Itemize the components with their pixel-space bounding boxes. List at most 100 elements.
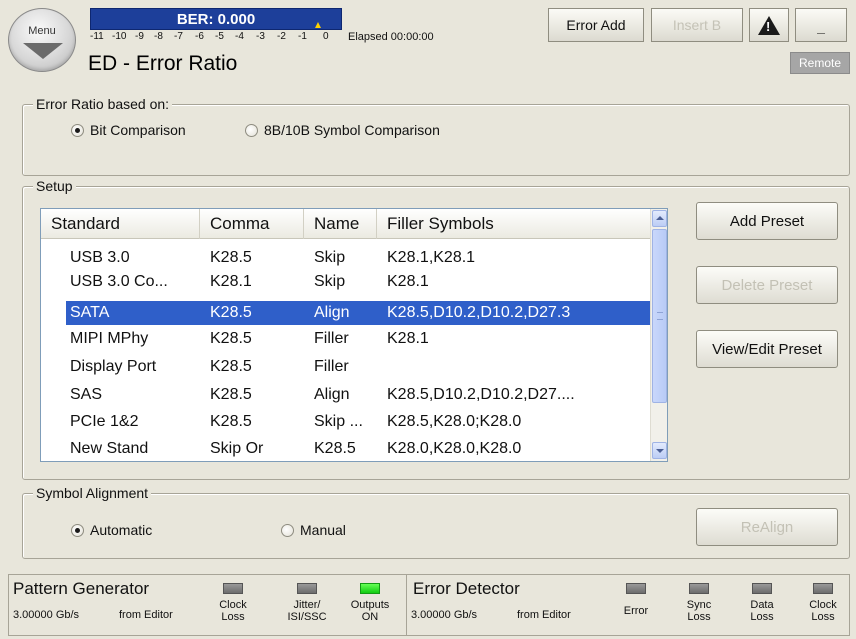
ed-source: from Editor	[517, 609, 571, 621]
symbol-comparison-label[interactable]: 8B/10B Symbol Comparison	[264, 122, 440, 138]
cell-standard: Display Port	[70, 358, 157, 375]
led-label-line: Clock	[809, 599, 837, 611]
error-detector-title: Error Detector	[413, 579, 520, 598]
minimize-button[interactable]: _	[795, 8, 847, 42]
cell-comma: K28.5	[210, 358, 252, 375]
error-ratio-legend: Error Ratio based on:	[33, 96, 173, 112]
cell-filler: K28.5,K28.0;K28.0	[387, 413, 522, 430]
menu-button[interactable]: Menu	[8, 8, 76, 72]
delete-preset-button[interactable]: Delete Preset	[696, 266, 838, 304]
scroll-down-icon[interactable]	[652, 442, 667, 459]
pg-outputs-label: Outputs ON	[345, 599, 395, 623]
scale-tick: -10	[112, 31, 127, 42]
cell-filler: K28.1	[387, 273, 429, 290]
status-bar: Pattern Generator 3.00000 Gb/s from Edit…	[8, 574, 850, 636]
table-row[interactable]: MIPI MPhy K28.5 Filler K28.1	[41, 327, 651, 351]
bit-comparison-radio[interactable]	[71, 124, 84, 137]
scale-tick: -8	[154, 31, 163, 42]
status-divider	[406, 575, 407, 635]
automatic-label[interactable]: Automatic	[90, 522, 152, 538]
add-preset-button[interactable]: Add Preset	[696, 202, 838, 240]
cell-comma: K28.5	[210, 249, 252, 266]
cell-comma: K28.5	[210, 413, 252, 430]
table-row[interactable]: New Stand Skip Or K28.5 K28.0,K28.0,K28.…	[41, 437, 651, 461]
column-standard[interactable]: Standard	[41, 209, 200, 239]
error-add-button[interactable]: Error Add	[548, 8, 644, 42]
cell-standard: SAS	[70, 386, 103, 403]
view-edit-preset-button[interactable]: View/Edit Preset	[696, 330, 838, 368]
warning-icon	[758, 15, 780, 35]
ed-sync-loss-label: Sync Loss	[674, 599, 724, 623]
cell-standard: PCIe 1&2	[70, 413, 139, 430]
symbol-alignment-legend: Symbol Alignment	[33, 485, 152, 501]
cell-filler: K28.1,K28.1	[387, 249, 476, 266]
ber-value: BER: 0.000	[176, 11, 256, 28]
ed-data-loss-label: Data Loss	[737, 599, 787, 623]
realign-button[interactable]: ReAlign	[696, 508, 838, 546]
ed-sync-loss-led	[689, 583, 709, 594]
table-row[interactable]: Display Port K28.5 Filler	[41, 355, 651, 379]
pg-rate: 3.00000 Gb/s	[13, 609, 80, 621]
scale-tick: -7	[174, 31, 183, 42]
led-label-line: Loss	[221, 611, 245, 623]
scroll-thumb[interactable]	[652, 229, 667, 403]
error-ratio-group: Error Ratio based on: Bit Comparison 8B/…	[22, 96, 850, 176]
cell-name: Filler	[314, 330, 349, 347]
scale-tick: -2	[277, 31, 286, 42]
cell-filler	[387, 355, 649, 379]
pg-jitter-label: Jitter/ ISI/SSC	[282, 599, 332, 623]
cell-name: K28.5	[314, 440, 356, 457]
led-label-line: Error	[623, 605, 649, 617]
led-label-line: Loss	[750, 611, 774, 623]
scale-tick: 0	[323, 31, 329, 42]
scale-tick: -5	[215, 31, 224, 42]
column-comma[interactable]: Comma	[200, 209, 304, 239]
ed-clock-loss-label: Clock Loss	[798, 599, 848, 623]
table-row-selected[interactable]: SATA K28.5 Align K28.5,D10.2,D10.2,D27.3	[66, 301, 651, 325]
ed-error-led	[626, 583, 646, 594]
bit-comparison-label[interactable]: Bit Comparison	[90, 122, 186, 138]
chevron-down-icon	[23, 43, 63, 59]
cell-name: Filler	[314, 358, 349, 375]
led-label-line: Outputs	[350, 599, 390, 611]
pg-jitter-led	[297, 583, 317, 594]
pg-source: from Editor	[119, 609, 173, 621]
manual-label[interactable]: Manual	[300, 522, 346, 538]
table-row[interactable]: PCIe 1&2 K28.5 Skip ... K28.5,K28.0;K28.…	[41, 410, 651, 434]
manual-radio[interactable]	[281, 524, 294, 537]
automatic-radio[interactable]	[71, 524, 84, 537]
warning-button[interactable]	[749, 8, 789, 42]
cell-name: Skip	[314, 273, 346, 290]
ber-scale: -11 -10 -9 -8 -7 -6 -5 -4 -3 -2 -1 0	[90, 31, 350, 45]
table-scrollbar[interactable]	[650, 209, 667, 461]
scale-tick: -3	[256, 31, 265, 42]
led-label-line: Sync	[686, 599, 712, 611]
led-label-line: Clock	[219, 599, 247, 611]
menu-label: Menu	[28, 25, 56, 37]
remote-indicator: Remote	[790, 52, 850, 74]
table-row[interactable]: USB 3.0 Co... K28.1 Skip K28.1	[41, 270, 651, 294]
cell-comma: K28.1	[210, 273, 252, 290]
symbol-comparison-radio[interactable]	[245, 124, 258, 137]
column-filler-symbols[interactable]: Filler Symbols	[377, 209, 651, 239]
ed-clock-loss-led	[813, 583, 833, 594]
column-name[interactable]: Name	[304, 209, 377, 239]
pg-outputs-led	[360, 583, 380, 594]
table-row[interactable]: SAS K28.5 Align K28.5,D10.2,D10.2,D27...…	[41, 383, 651, 407]
insert-b-button[interactable]: Insert B	[651, 8, 743, 42]
led-label-line: Loss	[811, 611, 835, 623]
table-row[interactable]: USB 3.0 K28.5 Skip K28.1,K28.1	[41, 246, 651, 270]
cell-comma: K28.5	[210, 304, 252, 321]
cell-filler: K28.0,K28.0,K28.0	[387, 440, 522, 457]
led-label-line: Loss	[687, 611, 711, 623]
scale-tick: -4	[235, 31, 244, 42]
scroll-up-icon[interactable]	[652, 210, 667, 227]
cell-name: Align	[314, 304, 350, 321]
cell-standard: New Stand	[70, 440, 149, 457]
ed-error-label: Error	[611, 605, 661, 617]
cell-standard: USB 3.0 Co...	[70, 273, 168, 290]
standards-table: Standard Comma Name Filler Symbols USB 3…	[40, 208, 668, 462]
ed-data-loss-led	[752, 583, 772, 594]
cell-name: Skip	[314, 249, 346, 266]
cell-filler: K28.5,D10.2,D10.2,D27....	[387, 386, 575, 403]
